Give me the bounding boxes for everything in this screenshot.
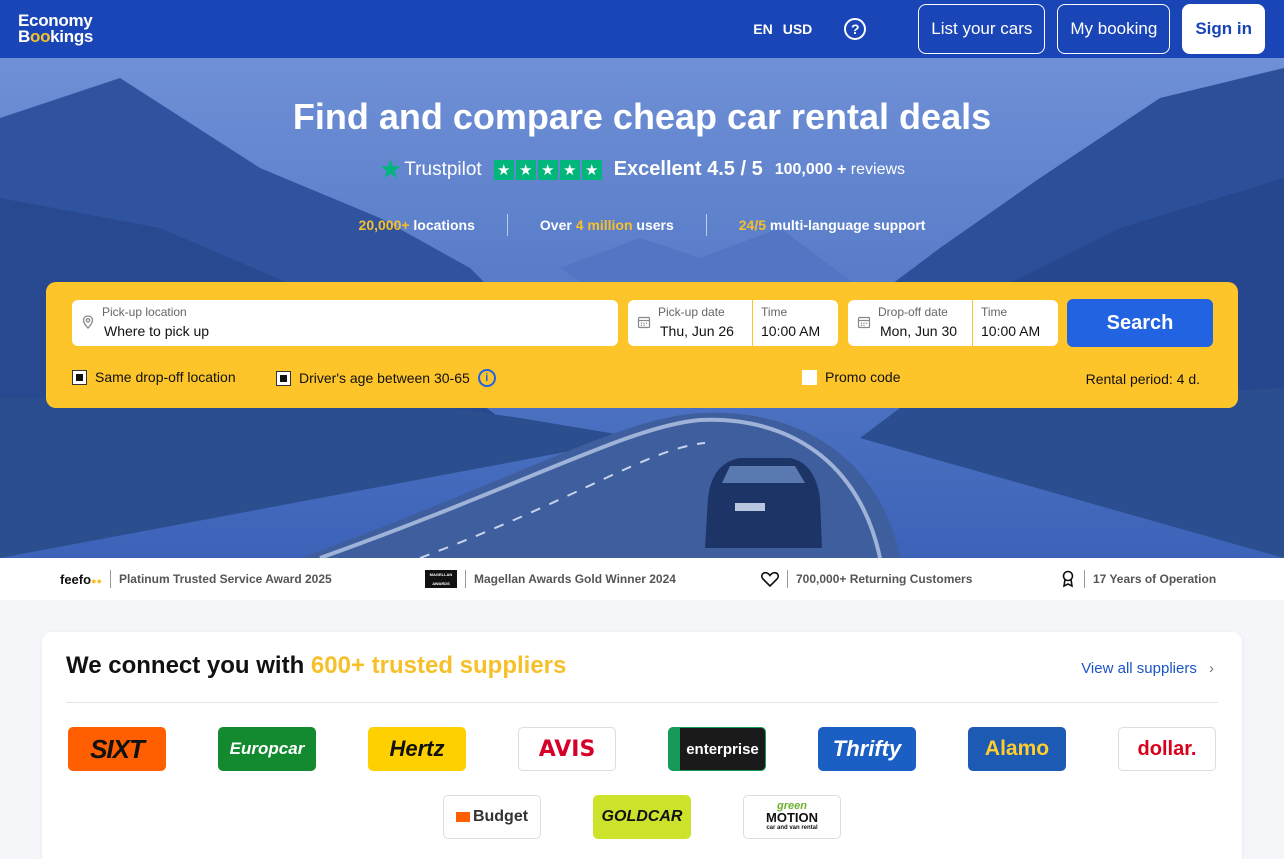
supplier-budget-logo[interactable]: Budget xyxy=(443,795,541,839)
divider xyxy=(66,702,1218,703)
calendar-icon xyxy=(637,316,651,329)
years-text: 17 Years of Operation xyxy=(1093,572,1217,586)
suppliers-card: We connect you with 600+ trusted supplie… xyxy=(42,632,1242,859)
driver-age-label: Driver's age between 30-65 xyxy=(299,370,470,386)
list-your-cars-button[interactable]: List your cars xyxy=(918,4,1046,54)
stat-locations: 20,000+ locations xyxy=(358,217,475,233)
promo-code-checkbox[interactable]: Promo code xyxy=(802,369,900,385)
pickup-location-field[interactable]: Pick-up location Where to pick up xyxy=(72,300,618,346)
pickup-location-label: Pick-up location xyxy=(102,305,187,319)
divider xyxy=(787,570,788,588)
dropoff-time-value: 10:00 AM xyxy=(981,323,1041,339)
suppliers-title: We connect you with 600+ trusted supplie… xyxy=(66,652,567,679)
search-button[interactable]: Search xyxy=(1067,299,1213,347)
checkbox-checked[interactable] xyxy=(276,370,291,386)
car-image xyxy=(705,458,822,548)
supplier-europcar-logo[interactable]: Europcar xyxy=(218,727,316,771)
pickup-time-field[interactable]: Time 10:00 AM xyxy=(753,300,838,346)
medal-icon xyxy=(1062,570,1074,588)
customers-award: 700,000+ Returning Customers xyxy=(761,570,972,588)
magellan-logo: MAGELLAN AWARDS xyxy=(425,570,457,588)
dropoff-time-label: Time xyxy=(981,305,1008,319)
currency-label: USD xyxy=(782,21,813,37)
driver-age-checkbox[interactable]: Driver's age between 30-65 i xyxy=(276,369,496,387)
dropoff-date-field[interactable]: Drop-off date Mon, Jun 30 xyxy=(848,300,972,346)
supplier-thrifty-logo[interactable]: Thrifty xyxy=(818,727,916,771)
stats-row: 20,000+ locations Over 4 million users 2… xyxy=(0,214,1284,236)
feefo-award-text: Platinum Trusted Service Award 2025 xyxy=(118,572,332,586)
rating-stars: ★ ★ ★ ★ ★ xyxy=(493,159,602,180)
supplier-sixt-logo[interactable]: SIXT xyxy=(68,727,166,771)
hero-title: Find and compare cheap car rental deals xyxy=(292,96,992,137)
customers-text: 700,000+ Returning Customers xyxy=(796,572,973,586)
top-header: Economy Bookings EN USD ? List your cars… xyxy=(0,0,1284,58)
same-dropoff-label: Same drop-off location xyxy=(95,369,236,385)
magellan-award: MAGELLAN AWARDS Magellan Awards Gold Win… xyxy=(425,570,676,588)
dropoff-time-field[interactable]: Time 10:00 AM xyxy=(973,300,1058,346)
help-icon[interactable]: ? xyxy=(844,18,867,40)
calendar-icon xyxy=(857,316,871,329)
budget-icon xyxy=(455,812,470,822)
trustpilot-star-icon: ★ xyxy=(378,154,403,184)
pickup-date-field[interactable]: Pick-up date Thu, Jun 26 xyxy=(628,300,752,346)
supplier-alamo-logo[interactable]: Alamo xyxy=(968,727,1066,771)
divider xyxy=(1084,570,1085,588)
economy-bookings-logo[interactable]: Economy Bookings xyxy=(18,12,94,46)
promo-code-label: Promo code xyxy=(825,369,901,385)
magellan-award-text: Magellan Awards Gold Winner 2024 xyxy=(474,572,676,586)
logo-line2: Bookings xyxy=(18,27,94,46)
chevron-right-icon: › xyxy=(1209,660,1214,677)
language-currency-selector[interactable]: EN USD xyxy=(753,21,812,37)
supplier-hertz-logo[interactable]: Hertz xyxy=(368,727,466,771)
pickup-time-value: 10:00 AM xyxy=(761,323,821,339)
dropoff-date-value: Mon, Jun 30 xyxy=(880,323,958,339)
location-pin-icon xyxy=(82,315,94,329)
pickup-date-label: Pick-up date xyxy=(658,305,725,319)
reviews-count: 100,000 + reviews xyxy=(774,160,906,178)
stat-support: 24/5 multi-language support xyxy=(738,217,926,233)
divider xyxy=(705,214,707,236)
search-form: Pick-up location Where to pick up Pick-u… xyxy=(46,282,1238,408)
view-all-suppliers-link[interactable]: View all suppliers › xyxy=(1081,660,1214,677)
sign-in-button[interactable]: Sign in xyxy=(1182,4,1265,54)
divider xyxy=(109,570,111,588)
supplier-greenmotion-logo[interactable]: green MOTION car and van rental xyxy=(743,795,841,839)
checkbox-unchecked[interactable] xyxy=(802,369,817,385)
dropoff-date-label: Drop-off date xyxy=(878,305,948,319)
header-actions: EN USD ? List your cars My booking Sign … xyxy=(753,4,1266,54)
supplier-avis-logo[interactable]: AVIS xyxy=(518,727,616,771)
trustpilot-rating[interactable]: ★ Trustpilot ★ ★ ★ ★ ★ Excellent 4.5 / 5… xyxy=(0,154,1284,185)
checkbox-checked[interactable] xyxy=(72,369,87,385)
trustpilot-label: Trustpilot xyxy=(404,158,482,180)
my-booking-button[interactable]: My booking xyxy=(1057,4,1171,54)
trustpilot-logo: ★ Trustpilot xyxy=(379,154,482,185)
pickup-time-label: Time xyxy=(761,305,788,319)
divider xyxy=(465,570,466,588)
star-icon: ★ xyxy=(537,159,558,180)
years-award: 17 Years of Operation xyxy=(1060,570,1216,588)
star-icon: ★ xyxy=(559,159,580,180)
supplier-dollar-logo[interactable]: dollar. xyxy=(1118,727,1216,771)
feefo-logo: feefo●● xyxy=(60,571,102,587)
language-label: EN xyxy=(753,21,773,37)
hero-banner: Find and compare cheap car rental deals … xyxy=(0,58,1284,558)
same-dropoff-checkbox[interactable]: Same drop-off location xyxy=(72,369,236,385)
star-icon: ★ xyxy=(581,159,602,180)
supplier-enterprise-logo[interactable]: enterprise xyxy=(668,727,766,771)
heart-icon xyxy=(761,571,779,587)
feefo-award: feefo●● Platinum Trusted Service Award 2… xyxy=(60,570,332,588)
info-icon[interactable]: i xyxy=(477,369,496,387)
pickup-date-value: Thu, Jun 26 xyxy=(660,323,734,339)
rental-period: Rental period: 4 d. xyxy=(1085,371,1200,387)
divider xyxy=(506,214,508,236)
rating-text: Excellent 4.5 / 5 xyxy=(613,158,763,180)
stat-users: Over 4 million users xyxy=(539,217,674,233)
pickup-location-input[interactable]: Where to pick up xyxy=(104,323,209,339)
star-icon: ★ xyxy=(515,159,536,180)
awards-strip: feefo●● Platinum Trusted Service Award 2… xyxy=(0,558,1284,600)
star-icon: ★ xyxy=(493,159,514,180)
supplier-goldcar-logo[interactable]: GOLDCAR xyxy=(593,795,691,839)
